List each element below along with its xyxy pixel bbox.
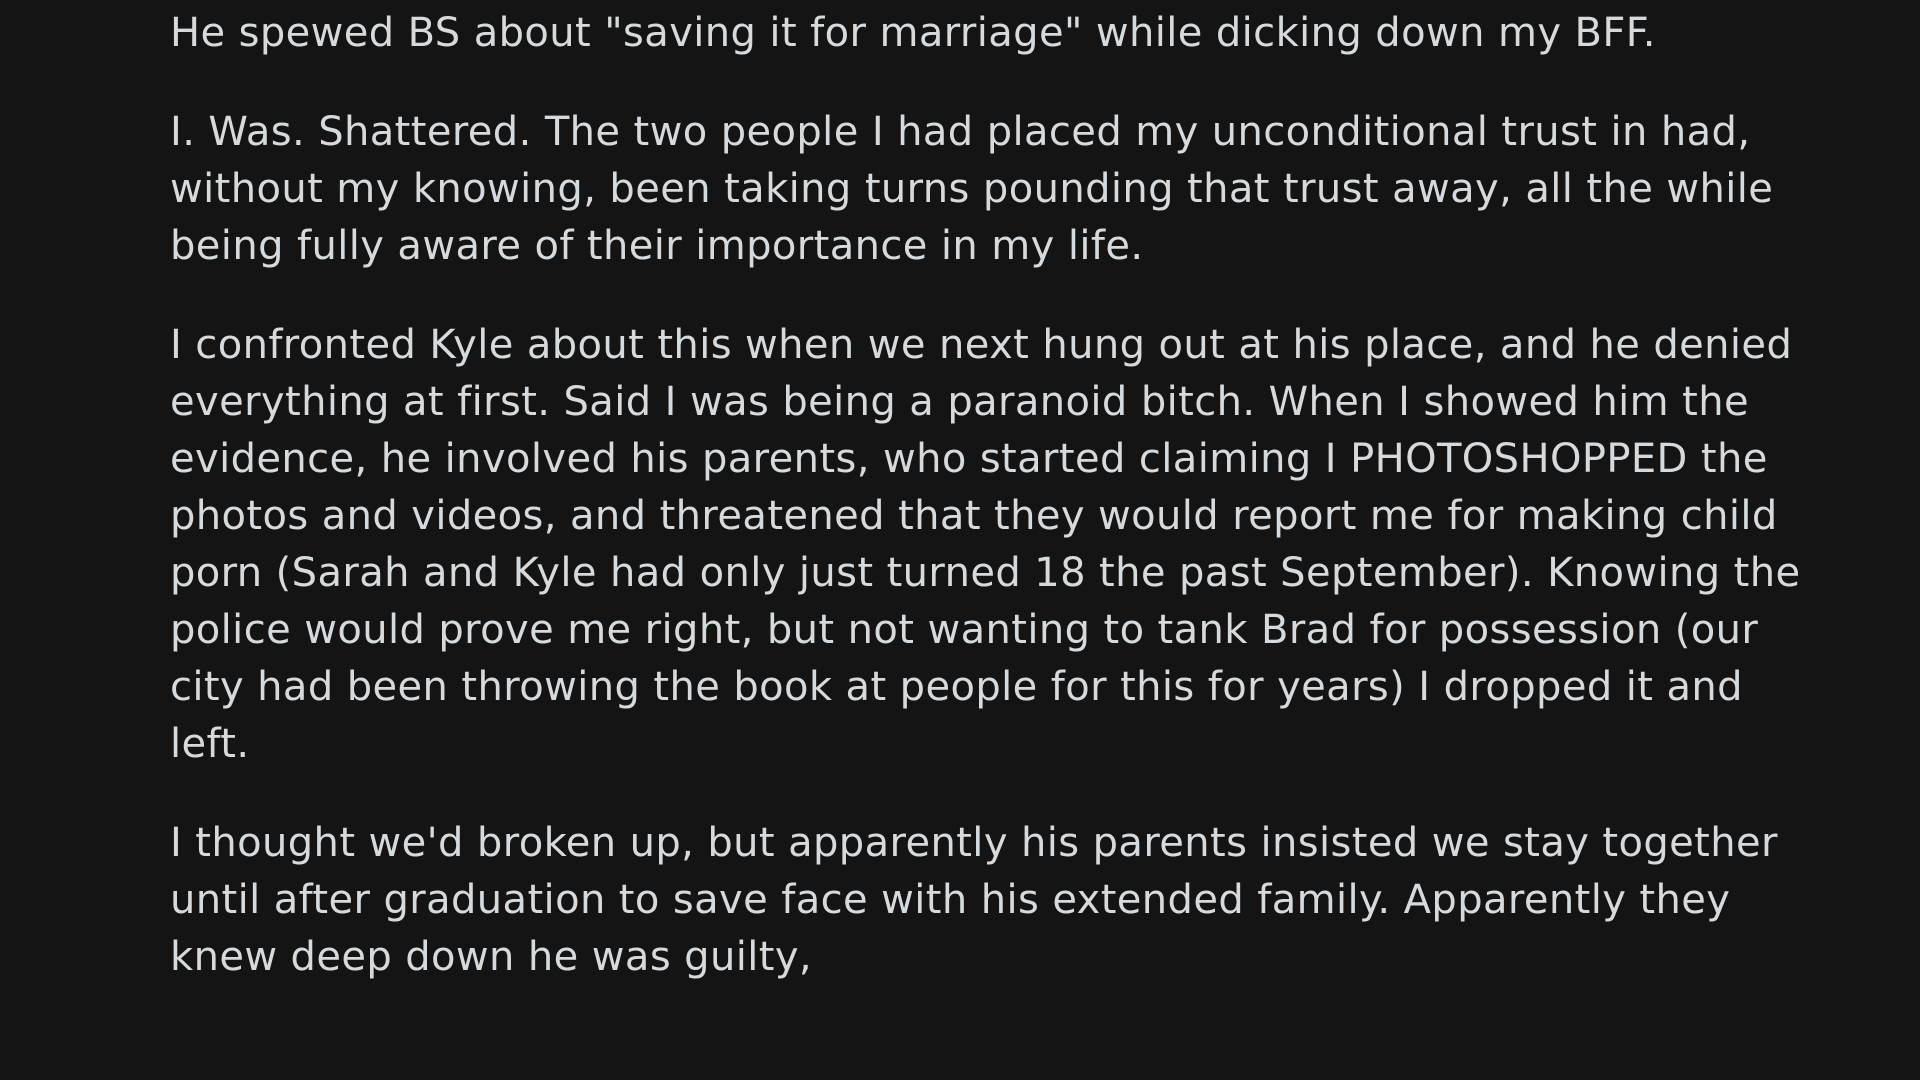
- paragraph-line: He spewed BS about "saving it for marria…: [170, 10, 1656, 56]
- paragraph-line: everything at first. Said I was being a …: [170, 379, 1749, 425]
- paragraph-line: evidence, he involved his parents, who s…: [170, 436, 1768, 482]
- paragraph-line: knew deep down he was guilty,: [170, 934, 813, 980]
- paragraph-line: porn (Sarah and Kyle had only just turne…: [170, 550, 1801, 596]
- post-paragraph: I. Was. Shattered. The two people I had …: [170, 104, 1773, 275]
- post-paragraph: I thought we'd broken up, but apparently…: [170, 815, 1778, 986]
- post-paragraph: He spewed BS about "saving it for marria…: [170, 5, 1656, 62]
- paragraph-line: city had been throwing the book at peopl…: [170, 664, 1743, 710]
- paragraph-line: I thought we'd broken up, but apparently…: [170, 820, 1778, 866]
- paragraph-line: I confronted Kyle about this when we nex…: [170, 322, 1793, 368]
- post-paragraph: I confronted Kyle about this when we nex…: [170, 317, 1800, 773]
- paragraph-line: police would prove me right, but not wan…: [170, 607, 1759, 653]
- paragraph-line: left.: [170, 721, 250, 767]
- paragraph-line: without my knowing, been taking turns po…: [170, 166, 1774, 212]
- paragraph-line: until after graduation to save face with…: [170, 877, 1731, 923]
- paragraph-line: being fully aware of their importance in…: [170, 223, 1144, 269]
- paragraph-line: photos and videos, and threatened that t…: [170, 493, 1778, 539]
- paragraph-line: I. Was. Shattered. The two people I had …: [170, 109, 1751, 155]
